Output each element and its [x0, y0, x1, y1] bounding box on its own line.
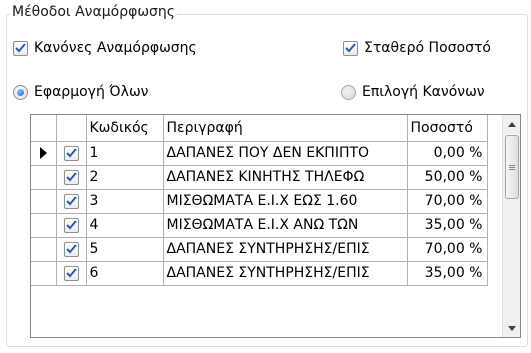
scrollbar-thumb[interactable]: [505, 135, 519, 199]
cell-description[interactable]: ΔΑΠΑΝΕΣ ΚΙΝΗΤΗΣ ΤΗΛΕΦΩ: [163, 165, 408, 190]
checkbox-checked-icon[interactable]: [63, 217, 79, 233]
cell-code[interactable]: 3: [86, 189, 164, 214]
radio-selected-icon[interactable]: [13, 84, 28, 100]
checkbox-checked-icon[interactable]: [63, 145, 79, 161]
cell-percent[interactable]: 70,00 %: [407, 189, 488, 214]
radio-unselected-icon[interactable]: [341, 84, 356, 100]
cell-percent[interactable]: 35,00 %: [407, 213, 488, 238]
cell-description[interactable]: ΔΑΠΑΝΕΣ ΣΥΝΤΗΡΗΣΗΣ/ΕΠΙΣ: [163, 261, 408, 286]
cell-code[interactable]: 4: [86, 213, 164, 238]
grid-header-row: Κωδικός Περιγραφή Ποσοστό: [31, 115, 488, 142]
cell-description[interactable]: ΔΑΠΑΝΕΣ ΠΟΥ ΔΕΝ ΕΚΠΙΠΤΟ: [163, 141, 408, 166]
row-checkbox-cell[interactable]: [56, 141, 87, 166]
cell-code[interactable]: 2: [86, 165, 164, 190]
scroll-up-button[interactable]: [503, 115, 520, 133]
checkbox-checked-icon[interactable]: [13, 40, 28, 56]
cell-percent[interactable]: 35,00 %: [407, 261, 488, 286]
table-row[interactable]: 2 ΔΑΠΑΝΕΣ ΚΙΝΗΤΗΣ ΤΗΛΕΦΩ 50,00 %: [31, 165, 488, 190]
checkbox-checked-icon[interactable]: [63, 265, 79, 281]
row-indicator-header: [31, 115, 57, 142]
cell-percent[interactable]: 0,00 %: [407, 141, 488, 166]
row-indicator: [31, 141, 57, 166]
cell-description[interactable]: ΜΙΣΘΩΜΑΤΑ Ε.Ι.Χ ΕΩΣ 1.60: [163, 189, 408, 214]
row-indicator: [31, 189, 57, 214]
group-title: Μέθοδοι Αναμόρφωσης: [10, 4, 178, 20]
checkbox-checked-icon[interactable]: [343, 40, 358, 56]
rules-table: Κωδικός Περιγραφή Ποσοστό 1 ΔΑΠΑΝΕΣ ΠΟΥ …: [31, 115, 488, 286]
checkbox-checked-icon[interactable]: [63, 193, 79, 209]
column-header-code[interactable]: Κωδικός: [86, 115, 164, 142]
row-checkbox-cell[interactable]: [56, 189, 87, 214]
apply-all-radio-label: Εφαρμογή Όλων: [34, 84, 149, 100]
checkbox-checked-icon[interactable]: [63, 241, 79, 257]
table-row[interactable]: 3 ΜΙΣΘΩΜΑΤΑ Ε.Ι.Χ ΕΩΣ 1.60 70,00 %: [31, 189, 488, 214]
cell-description[interactable]: ΜΙΣΘΩΜΑΤΑ Ε.Ι.Χ ΑΝΩ ΤΩΝ: [163, 213, 408, 238]
table-row[interactable]: 4 ΜΙΣΘΩΜΑΤΑ Ε.Ι.Χ ΑΝΩ ΤΩΝ 35,00 %: [31, 213, 488, 238]
check-column-header[interactable]: [56, 115, 87, 142]
current-row-arrow-icon: [39, 147, 47, 159]
select-rules-radio-label: Επιλογή Κανόνων: [362, 84, 485, 100]
row-indicator: [31, 261, 57, 286]
table-row[interactable]: 1 ΔΑΠΑΝΕΣ ΠΟΥ ΔΕΝ ΕΚΠΙΠΤΟ 0,00 %: [31, 141, 488, 166]
cell-code[interactable]: 6: [86, 261, 164, 286]
row-indicator: [31, 237, 57, 262]
table-row[interactable]: 6 ΔΑΠΑΝΕΣ ΣΥΝΤΗΡΗΣΗΣ/ΕΠΙΣ 35,00 %: [31, 261, 488, 286]
cell-description[interactable]: ΔΑΠΑΝΕΣ ΣΥΝΤΗΡΗΣΗΣ/ΕΠΙΣ: [163, 237, 408, 262]
cell-percent[interactable]: 50,00 %: [407, 165, 488, 190]
scroll-down-button[interactable]: [503, 319, 520, 337]
row-indicator: [31, 213, 57, 238]
row-indicator: [31, 165, 57, 190]
fixed-percent-checkbox-label: Σταθερό Ποσοστό: [364, 40, 491, 56]
rules-grid[interactable]: Κωδικός Περιγραφή Ποσοστό 1 ΔΑΠΑΝΕΣ ΠΟΥ …: [30, 114, 521, 338]
rules-checkbox-label: Κανόνες Αναμόρφωσης: [34, 40, 197, 56]
vertical-scrollbar[interactable]: [502, 115, 520, 337]
apply-all-radio[interactable]: Εφαρμογή Όλων: [13, 84, 148, 100]
cell-code[interactable]: 5: [86, 237, 164, 262]
chevron-up-icon: [507, 121, 516, 127]
column-header-description[interactable]: Περιγραφή: [163, 115, 408, 142]
grip-icon: [509, 164, 515, 170]
row-checkbox-cell[interactable]: [56, 213, 87, 238]
row-checkbox-cell[interactable]: [56, 165, 87, 190]
row-checkbox-cell[interactable]: [56, 237, 87, 262]
cell-code[interactable]: 1: [86, 141, 164, 166]
fixed-percent-checkbox[interactable]: Σταθερό Ποσοστό: [343, 40, 491, 56]
chevron-down-icon: [507, 325, 516, 331]
select-rules-radio[interactable]: Επιλογή Κανόνων: [341, 84, 485, 100]
row-checkbox-cell[interactable]: [56, 261, 87, 286]
checkbox-checked-icon[interactable]: [63, 169, 79, 185]
cell-percent[interactable]: 70,00 %: [407, 237, 488, 262]
column-header-percent[interactable]: Ποσοστό: [407, 115, 488, 142]
table-row[interactable]: 5 ΔΑΠΑΝΕΣ ΣΥΝΤΗΡΗΣΗΣ/ΕΠΙΣ 70,00 %: [31, 237, 488, 262]
rules-checkbox[interactable]: Κανόνες Αναμόρφωσης: [13, 40, 197, 56]
